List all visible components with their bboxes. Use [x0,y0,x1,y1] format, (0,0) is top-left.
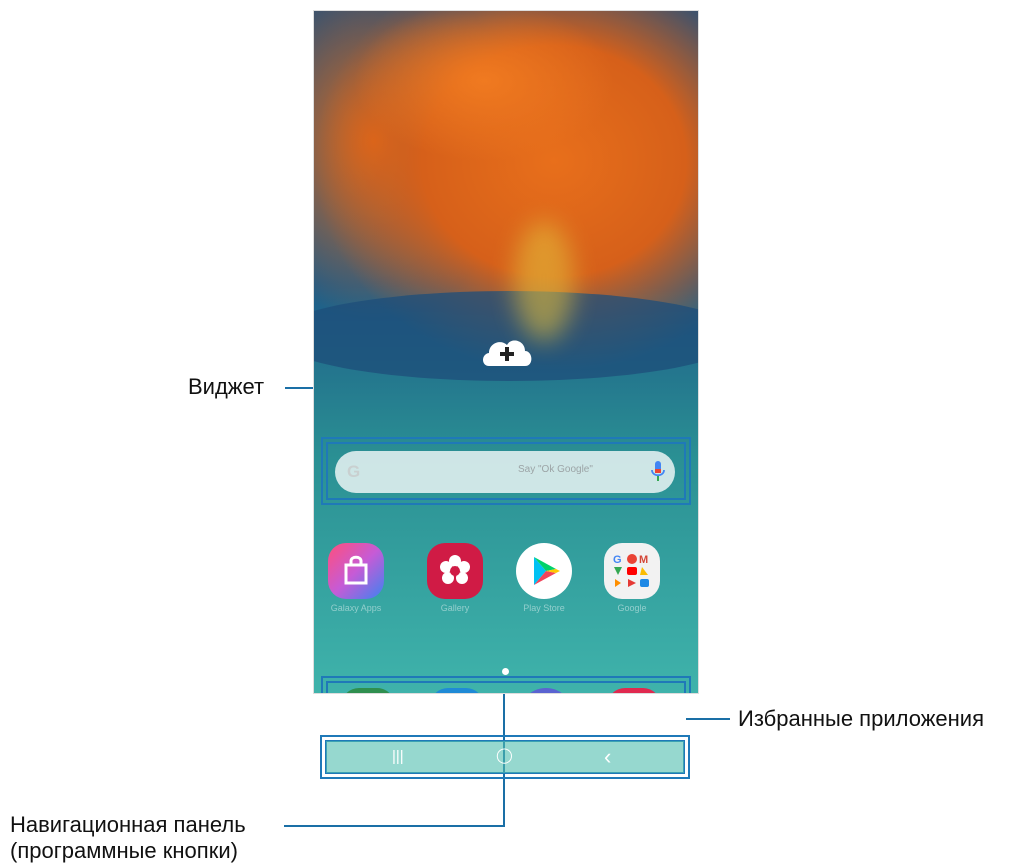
internet-app[interactable] [519,688,573,694]
camera-icon [607,688,661,694]
app-label: Play Store [523,603,565,613]
recents-button[interactable]: ||| [392,748,404,765]
callout-navbar-label-2: (программные кнопки) [10,838,238,863]
google-folder-app[interactable]: G M [604,543,660,599]
app-label: Gallery [440,603,470,613]
callout-navbar-line-h [284,825,505,827]
app-label: Google [617,603,647,613]
google-logo-icon: G [347,462,361,481]
callout-favorites-label: Избранные приложения [738,706,984,731]
app-label: Galaxy Apps [330,603,382,613]
callout-favorites-line [686,718,730,720]
internet-icon [519,688,573,694]
galaxy-store-app[interactable] [328,543,384,599]
svg-text:G: G [613,554,622,566]
phone-app[interactable] [341,688,395,694]
home-screen: G Say "Ok Google" Galaxy Apps Gallery Pl… [313,10,699,694]
home-button[interactable]: ◯ [496,746,513,764]
messages-icon [430,688,484,694]
camera-app[interactable] [607,688,661,694]
callout-widget-label: Виджет [188,374,265,399]
page-indicator[interactable] [502,668,509,675]
callout-navbar-label-1: Навигационная панель [10,812,246,837]
play-store-app[interactable] [516,543,572,599]
google-search-widget[interactable]: G Say "Ok Google" [335,451,675,493]
back-button[interactable]: ‹ [604,744,611,770]
gallery-icon [440,555,470,584]
search-hint: Say "Ok Google" [518,464,593,475]
gallery-app[interactable] [427,543,483,599]
wallpaper-glow [514,221,574,341]
play-store-icon [534,557,560,585]
galaxy-store-icon [344,555,368,585]
add-widget-cloud-icon[interactable] [479,334,535,370]
google-folder-icon: G M [613,554,649,587]
svg-text:M: M [639,554,648,566]
messages-app[interactable] [430,688,484,694]
microphone-icon[interactable] [651,461,665,483]
navigation-bar: ||| ◯ ‹ [326,741,684,773]
phone-icon [341,688,395,694]
